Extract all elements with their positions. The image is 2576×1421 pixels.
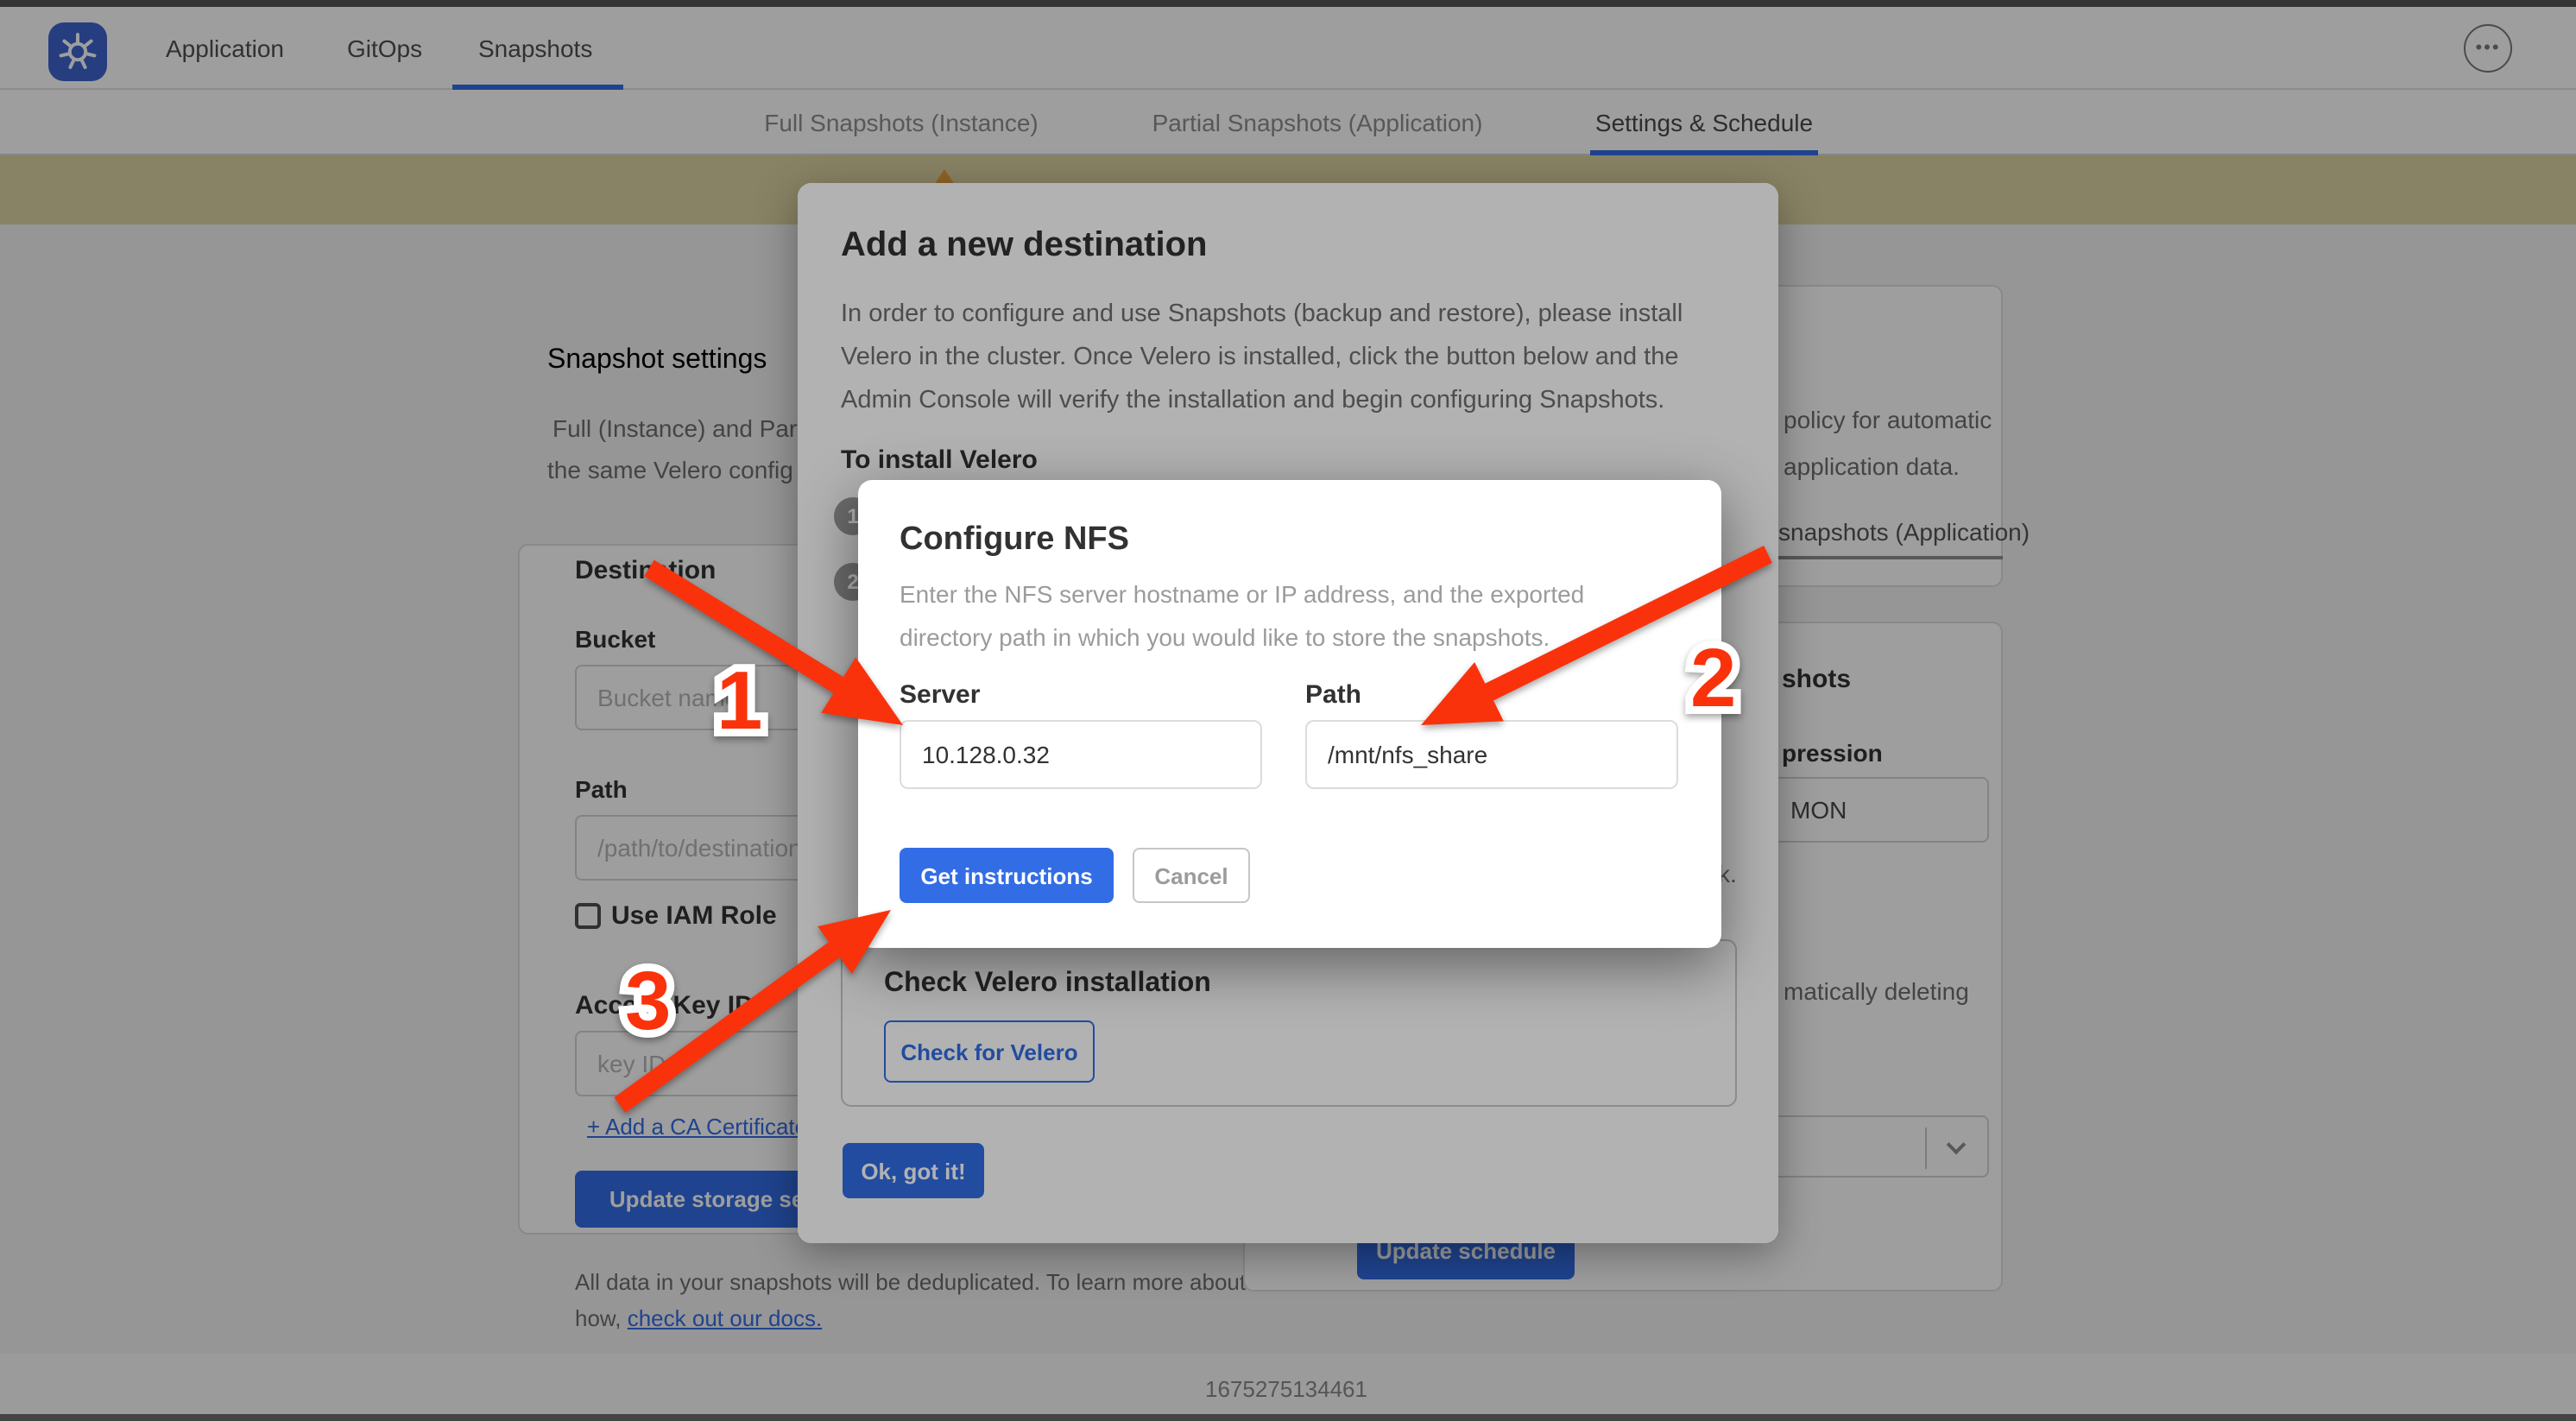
nfs-path-label: Path: [1305, 680, 1361, 710]
configure-nfs-modal: Configure NFS Enter the NFS server hostn…: [858, 480, 1721, 948]
cancel-button[interactable]: Cancel: [1133, 848, 1250, 903]
screen: Application GitOps Snapshots ••• Full Sn…: [0, 0, 2576, 1421]
nfs-desc-line2: directory path in which you would like t…: [900, 623, 1550, 651]
nfs-path-input[interactable]: [1305, 720, 1678, 789]
nfs-desc-line1: Enter the NFS server hostname or IP addr…: [900, 580, 1584, 608]
nfs-modal-title: Configure NFS: [900, 521, 1129, 559]
server-input[interactable]: [900, 720, 1262, 789]
get-instructions-button[interactable]: Get instructions: [900, 848, 1114, 903]
server-label: Server: [900, 680, 980, 710]
